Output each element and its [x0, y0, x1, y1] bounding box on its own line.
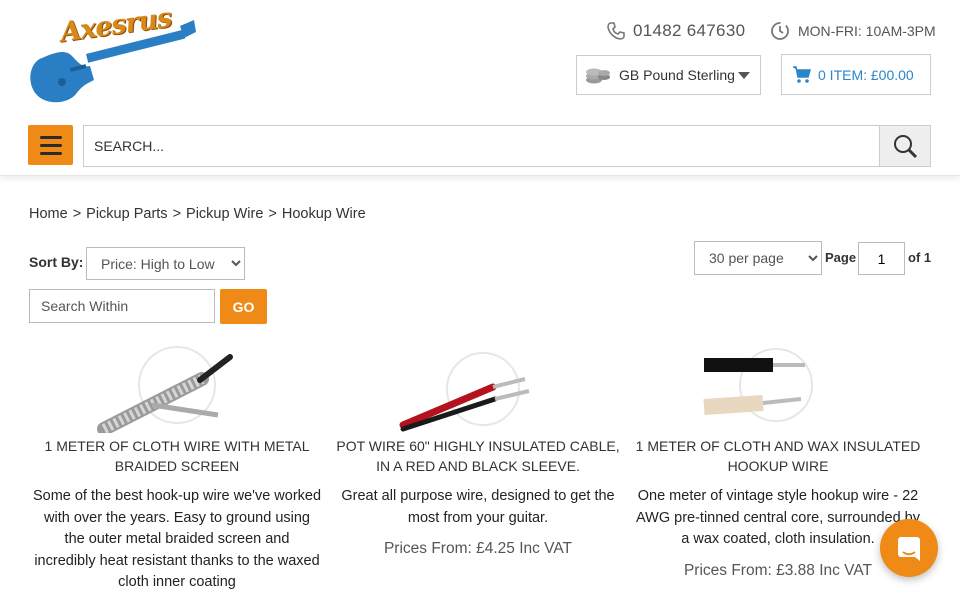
product-price: Prices From: £3.88 Inc VAT — [683, 561, 873, 579]
product-description: Great all purpose wire, designed to get … — [341, 488, 615, 526]
search-button[interactable] — [879, 125, 931, 167]
chat-button[interactable] — [880, 519, 938, 577]
phone-number: 01482 647630 — [633, 21, 746, 40]
product-image[interactable] — [32, 345, 322, 436]
braided-wire-image — [97, 346, 233, 436]
logo[interactable]: Axesrus — [28, 2, 198, 106]
coins-icon — [586, 68, 610, 84]
hamburger-icon — [39, 143, 62, 147]
page-label: Page — [825, 250, 857, 265]
currency-label: GB Pound Sterling — [619, 67, 735, 83]
currency-selector[interactable]: GB Pound Sterling — [576, 55, 761, 95]
cart-summary: 0 ITEM: £00.00 — [818, 66, 914, 83]
breadcrumb-pickup-wire[interactable]: Pickup Wire — [186, 206, 263, 222]
menu-button[interactable] — [28, 125, 73, 165]
site-header: Axesrus 01482 647630 MON-FRI: 10AM-3PM G… — [0, 0, 960, 176]
product-title[interactable]: POT WIRE 60" HIGHLY INSULATED CABLE, IN … — [333, 436, 623, 476]
page-number-input[interactable] — [858, 242, 905, 275]
breadcrumb-home[interactable]: Home — [29, 206, 68, 222]
cart-button[interactable]: 0 ITEM: £00.00 — [781, 54, 931, 95]
hours-text: MON-FRI: 10AM-3PM — [798, 23, 936, 39]
opening-hours: MON-FRI: 10AM-3PM — [770, 20, 936, 42]
product-image[interactable] — [333, 345, 623, 433]
sort-select[interactable]: Price: High to Low — [86, 247, 245, 280]
chevron-down-icon — [738, 72, 750, 79]
phone-icon — [607, 22, 625, 40]
product-title[interactable]: 1 METER OF CLOTH AND WAX INSULATED HOOKU… — [633, 436, 923, 476]
breadcrumb-separator: > — [72, 206, 82, 222]
product-description: One meter of vintage style hookup wire -… — [636, 488, 920, 547]
red-black-wire-image — [399, 352, 530, 432]
breadcrumb-pickup-parts[interactable]: Pickup Parts — [86, 206, 167, 222]
cloth-wire-image — [703, 348, 813, 422]
search-within-input[interactable] — [29, 289, 215, 323]
per-page-select[interactable]: 30 per page — [694, 241, 822, 275]
magnifier-icon — [894, 135, 918, 159]
hamburger-icon — [39, 151, 62, 155]
product-image[interactable] — [633, 345, 923, 433]
search-input[interactable] — [83, 125, 880, 167]
go-button[interactable]: GO — [220, 289, 267, 324]
breadcrumb-separator: > — [172, 206, 182, 222]
product-title[interactable]: 1 METER OF CLOTH WIRE WITH METAL BRAIDED… — [32, 436, 322, 476]
clock-icon — [771, 22, 789, 40]
product-card[interactable]: POT WIRE 60" HIGHLY INSULATED CABLE, IN … — [333, 345, 623, 558]
product-description: Some of the best hook-up wire we've work… — [32, 488, 322, 590]
product-price: Prices From: £4.25 Inc VAT — [383, 540, 573, 557]
breadcrumb-current[interactable]: Hookup Wire — [282, 206, 366, 222]
sort-label: Sort By: — [29, 254, 84, 270]
breadcrumb-separator: > — [268, 206, 277, 222]
hamburger-icon — [39, 135, 62, 139]
breadcrumb: Home > Pickup Parts > Pickup Wire > Hook… — [29, 206, 366, 222]
product-card[interactable]: 1 METER OF CLOTH WIRE WITH METAL BRAIDED… — [32, 345, 322, 594]
page-total: of 1 — [908, 250, 932, 265]
chat-icon — [898, 537, 920, 561]
cart-icon — [793, 65, 811, 83]
phone-contact[interactable]: 01482 647630 — [607, 20, 745, 42]
